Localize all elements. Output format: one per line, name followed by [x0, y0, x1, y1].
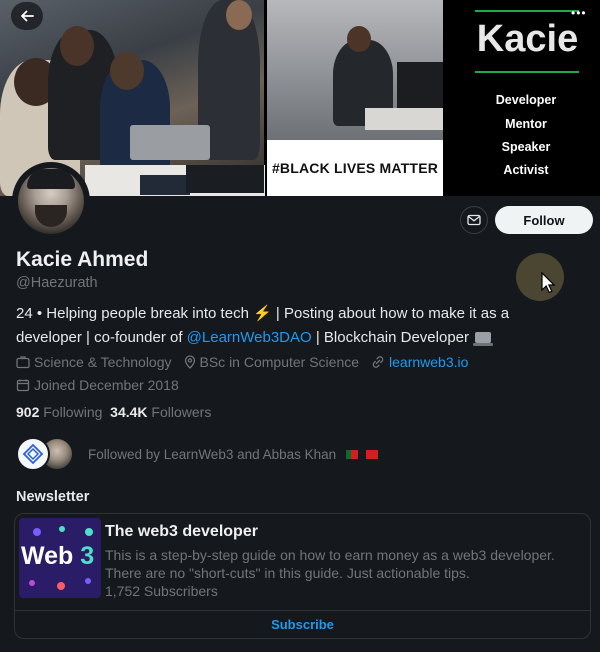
joined-item: Joined December 2018 [16, 377, 179, 393]
banner-role: Developer [495, 93, 557, 107]
banner-speaker-photo [267, 0, 443, 140]
banner-role: Speaker [501, 140, 551, 154]
follow-button[interactable]: Follow [495, 206, 593, 234]
newsletter-card[interactable]: Web 3 The web3 developer This is a step-… [14, 513, 591, 639]
learnweb3-logo-icon [22, 443, 44, 465]
calendar-icon [16, 379, 30, 392]
banner-role: Mentor [505, 117, 547, 131]
following-label: Following [43, 404, 103, 420]
followers-label: Followers [151, 404, 212, 420]
banner-sign: #BLACK LIVES MATTER [267, 140, 443, 196]
newsletter-thumbnail-text: Web 3 [21, 542, 94, 571]
banner-role: Activist [503, 163, 549, 177]
thumb-text-3: 3 [80, 542, 95, 570]
category-text: Science & Technology [34, 354, 172, 370]
more-icon[interactable]: ••• [571, 6, 587, 20]
newsletter-thumbnail: Web 3 [19, 518, 101, 598]
newsletter-name: The web3 developer [105, 523, 258, 540]
banner-top-rule [475, 10, 579, 12]
newsletter-description: This is a step-by-step guide on how to e… [105, 547, 555, 581]
follower-avatar-learnweb3 [16, 437, 50, 471]
following-count: 902 [16, 404, 40, 420]
category-item: Science & Technology [16, 354, 172, 370]
location-pin-icon [184, 355, 195, 369]
laptop-icon [473, 332, 494, 346]
followers-link[interactable]: 34.4K Followers [110, 404, 211, 420]
briefcase-icon [16, 356, 30, 369]
avatar-cap [27, 169, 75, 189]
followers-count: 34.4K [110, 404, 148, 420]
follow-stats: 902 Following 34.4K Followers [16, 404, 211, 420]
mention-link[interactable]: @LearnWeb3DAO [187, 329, 312, 346]
profile-banner[interactable]: #BLACK LIVES MATTER Kacie Developer Ment… [0, 0, 600, 196]
bio-text: | Blockchain Developer [311, 329, 474, 346]
link-icon [372, 356, 384, 368]
back-button[interactable] [11, 2, 43, 30]
newsletter-heading: Newsletter [16, 489, 90, 505]
newsletter-subscribers: 1,752 Subscribers [105, 583, 218, 599]
display-name: Kacie Ahmed [16, 248, 149, 271]
location-text: BSc in Computer Science [199, 354, 360, 370]
message-button[interactable] [460, 206, 488, 234]
banner-name-panel: Kacie Developer Mentor Speaker Activist [445, 0, 600, 196]
avatar[interactable] [12, 162, 90, 240]
website-link[interactable]: learnweb3.io [389, 354, 468, 370]
joined-row: Joined December 2018 [16, 377, 191, 393]
sign-text: #BLACK LIVES MATTER [271, 160, 439, 176]
china-flag-icon [365, 449, 378, 459]
banner-bottom-rule [475, 71, 579, 73]
envelope-icon [467, 214, 481, 226]
followed-by-row[interactable]: Followed by LearnWeb3 and Abbas Khan [16, 436, 378, 472]
portugal-flag-icon [345, 449, 358, 459]
thumb-text-web: Web [21, 542, 74, 570]
bio: 24 • Helping people break into tech ⚡ | … [16, 302, 576, 350]
banner-name: Kacie [476, 18, 579, 60]
joined-text: Joined December 2018 [34, 377, 179, 393]
followed-by-text: Followed by LearnWeb3 and Abbas Khan [88, 447, 378, 462]
website-item[interactable]: learnweb3.io [371, 354, 468, 370]
profile-meta: Science & Technology BSc in Computer Sci… [16, 354, 480, 370]
divider [15, 610, 590, 611]
following-link[interactable]: 902 Following [16, 404, 102, 420]
mouse-pointer-icon [541, 272, 556, 294]
subscribe-button[interactable]: Subscribe [15, 617, 590, 632]
location-item: BSc in Computer Science [184, 354, 360, 370]
user-handle: @Haezurath [16, 275, 98, 291]
followed-by-label: Followed by LearnWeb3 and Abbas Khan [88, 446, 337, 462]
arrow-left-icon [21, 10, 34, 22]
